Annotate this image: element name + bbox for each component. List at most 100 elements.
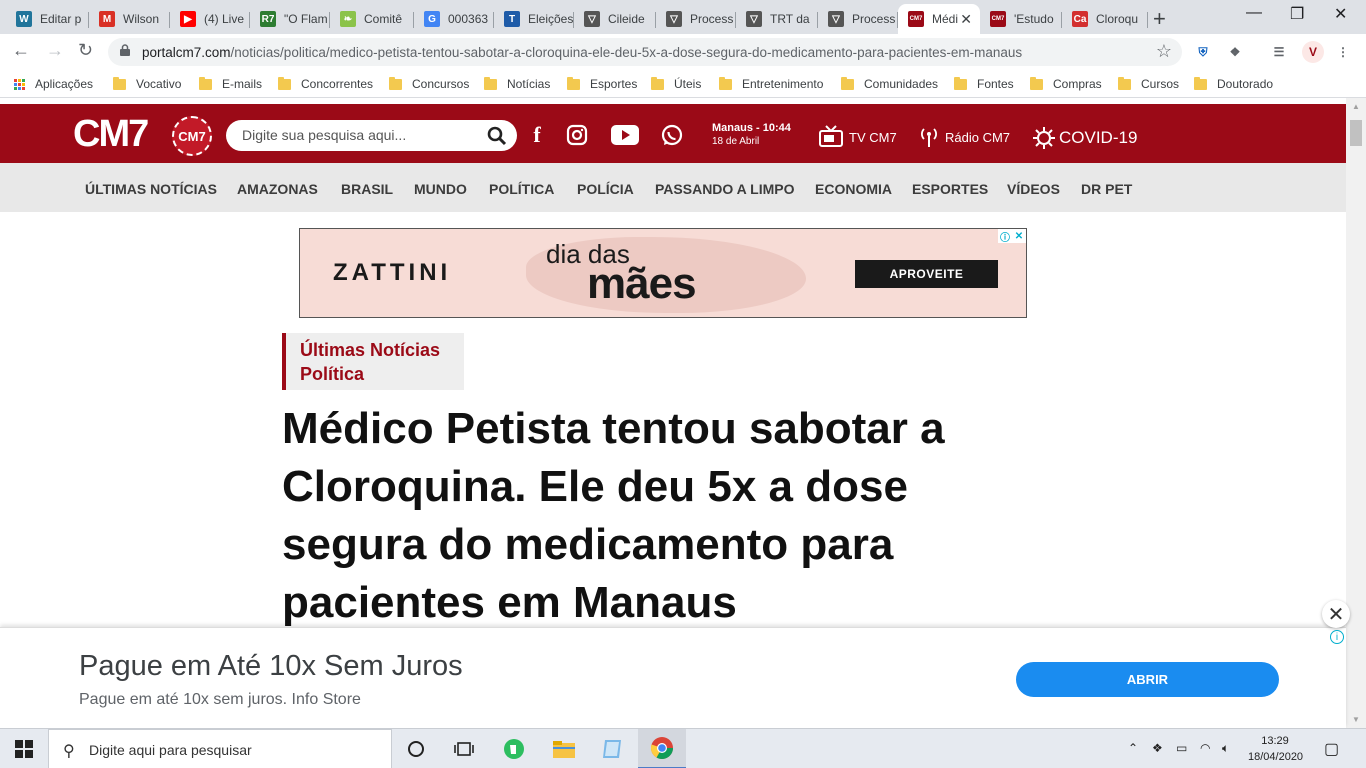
tab-11[interactable]: CM7 Médi ✕	[898, 4, 980, 34]
tab-0[interactable]: W Editar p	[6, 4, 89, 34]
nav-category[interactable]: POLÍTICA	[489, 181, 554, 197]
bookmark-folder[interactable]: Entretenimento	[719, 76, 823, 91]
scrollbar-thumb[interactable]	[1350, 120, 1362, 146]
clock-date: 18/04/2020	[1248, 751, 1304, 763]
task-view-icon[interactable]	[440, 729, 488, 768]
evernote-icon[interactable]	[490, 729, 538, 768]
site-search-input[interactable]	[242, 127, 482, 143]
ad-cta-button[interactable]: APROVEITE	[855, 260, 998, 288]
radio-cm7-link[interactable]: Rádio CM7	[918, 126, 1010, 148]
nav-category[interactable]: ECONOMIA	[815, 181, 892, 197]
close-window-button[interactable]: ✕	[1334, 4, 1347, 24]
bookmark-folder[interactable]: Concorrentes	[278, 76, 373, 91]
wifi-icon[interactable]: ◠	[1200, 741, 1210, 755]
nav-category[interactable]: VÍDEOS	[1007, 181, 1060, 197]
nav-category[interactable]: BRASIL	[341, 181, 393, 197]
tab-title: Médi	[932, 12, 959, 26]
youtube-icon[interactable]	[611, 123, 639, 147]
bookmark-folder[interactable]: Concursos	[389, 76, 469, 91]
nav-category[interactable]: DR PET	[1081, 181, 1132, 197]
tab-6[interactable]: T Eleições	[494, 4, 574, 34]
address-bar[interactable]: portalcm7.com/noticias/politica/medico-p…	[108, 38, 1182, 66]
taskbar-search-box[interactable]: ⚲ Digite aqui para pesquisar	[48, 729, 392, 768]
scroll-down-arrow-icon[interactable]: ▼	[1352, 715, 1360, 724]
tab-2[interactable]: ▶ (4) Live	[170, 4, 250, 34]
bookmark-folder[interactable]: Comunidades	[841, 76, 938, 91]
facebook-icon[interactable]: f	[530, 122, 544, 147]
bottom-ad-close-icon[interactable]: ✕	[1322, 600, 1350, 628]
minimize-button[interactable]: —	[1246, 4, 1262, 22]
notifications-icon[interactable]: ▢	[1324, 739, 1339, 759]
bookmark-folder[interactable]: Fontes	[954, 76, 1014, 91]
reload-button[interactable]: ↻	[78, 40, 93, 61]
bookmark-apps[interactable]: Aplicações	[14, 77, 93, 91]
cm7-logo[interactable]: CM7	[73, 113, 149, 156]
instagram-icon[interactable]	[566, 123, 588, 147]
bookmark-folder[interactable]: Vocativo	[113, 76, 181, 91]
breadcrumb-ultimas-noticias[interactable]: Últimas Notícias	[300, 338, 464, 362]
ad-info-icon[interactable]: ⓘ	[998, 229, 1012, 244]
nav-category[interactable]: MUNDO	[414, 181, 467, 197]
volume-icon[interactable]: 🔈︎	[1222, 741, 1229, 756]
nav-category[interactable]: ESPORTES	[912, 181, 988, 197]
tab-1[interactable]: M Wilson	[89, 4, 170, 34]
dropbox-extension-icon[interactable]: ❖	[1226, 43, 1244, 61]
profile-avatar[interactable]: V	[1302, 41, 1324, 63]
bookmark-folder[interactable]: Úteis	[651, 76, 701, 91]
bottom-ad-open-button[interactable]: ABRIR	[1016, 662, 1279, 697]
covid-19-link[interactable]: COVID-19	[1032, 126, 1137, 150]
scroll-up-arrow-icon[interactable]: ▲	[1352, 102, 1360, 111]
bookmark-folder[interactable]: E-mails	[199, 76, 262, 91]
folder-icon	[1118, 76, 1131, 90]
bookmark-star-icon[interactable]: ☆	[1156, 41, 1172, 62]
bookmark-folder[interactable]: Cursos	[1118, 76, 1179, 91]
nav-category[interactable]: ÚLTIMAS NOTÍCIAS	[85, 181, 217, 197]
nav-category[interactable]: AMAZONAS	[237, 181, 318, 197]
tab-4[interactable]: ❧ Comitê	[330, 4, 414, 34]
tab-13[interactable]: Ca Cloroqu	[1062, 4, 1148, 34]
folder-icon	[841, 76, 854, 90]
cm7-badge-logo[interactable]: CM7	[172, 116, 212, 156]
breadcrumb-politica[interactable]: Política	[300, 362, 464, 386]
tab-9[interactable]: ▽ TRT da	[736, 4, 818, 34]
back-button[interactable]: ←	[12, 40, 30, 61]
search-icon[interactable]	[487, 126, 507, 146]
nav-category[interactable]: POLÍCIA	[577, 181, 634, 197]
gmail-icon: M	[99, 11, 115, 27]
page-scrollbar[interactable]: ▲ ▼	[1346, 98, 1366, 728]
whatsapp-icon[interactable]	[661, 123, 683, 147]
windows-start-button[interactable]	[0, 729, 48, 768]
dropbox-tray-icon[interactable]: ❖	[1152, 741, 1163, 755]
new-tab-button[interactable]: +	[1153, 6, 1166, 32]
tv-cm7-link[interactable]: TV CM7	[818, 124, 897, 150]
tab-5[interactable]: G 000363	[414, 4, 494, 34]
bookmark-folder[interactable]: Compras	[1030, 76, 1102, 91]
vuejs-icon: ▽	[828, 11, 844, 27]
media-list-icon[interactable]: ☰	[1270, 43, 1288, 61]
cortana-icon[interactable]	[392, 729, 440, 768]
maximize-button[interactable]: ❐	[1290, 4, 1304, 24]
shield-extension-icon[interactable]: ⛨	[1194, 43, 1212, 61]
bookmark-folder[interactable]: Notícias	[484, 76, 550, 91]
notepad-icon[interactable]	[588, 729, 636, 768]
bottom-ad[interactable]: Pague em Até 10x Sem Juros Pague em até …	[0, 627, 1346, 728]
menu-icon[interactable]: ⋮	[1334, 43, 1352, 61]
tab-7[interactable]: ▽ Cileide	[574, 4, 656, 34]
nav-category[interactable]: PASSANDO A LIMPO	[655, 181, 795, 197]
forward-button[interactable]: →	[46, 40, 64, 61]
tab-10[interactable]: ▽ Process	[818, 4, 898, 34]
bottom-ad-info-icon[interactable]: i	[1330, 630, 1344, 644]
taskbar-clock[interactable]: 13:29 18/04/2020	[1248, 733, 1304, 765]
tray-overflow-icon[interactable]: ⌃	[1128, 741, 1138, 755]
bookmark-folder[interactable]: Doutorado	[1194, 76, 1273, 91]
tab-12[interactable]: CM7 'Estudo	[980, 4, 1062, 34]
ad-close-icon[interactable]: ✕	[1012, 229, 1026, 243]
file-explorer-icon[interactable]	[540, 729, 588, 768]
battery-icon[interactable]: ▭	[1176, 741, 1187, 755]
tab-3[interactable]: R7 "O Flam	[250, 4, 330, 34]
bookmark-folder[interactable]: Esportes	[567, 76, 637, 91]
tab-close-icon[interactable]: ✕	[960, 11, 972, 28]
chrome-taskbar-icon[interactable]	[638, 729, 686, 768]
tab-8[interactable]: ▽ Process	[656, 4, 736, 34]
ad-banner[interactable]: ZATTINI dia das mães APROVEITE ⓘ ✕	[299, 228, 1027, 318]
